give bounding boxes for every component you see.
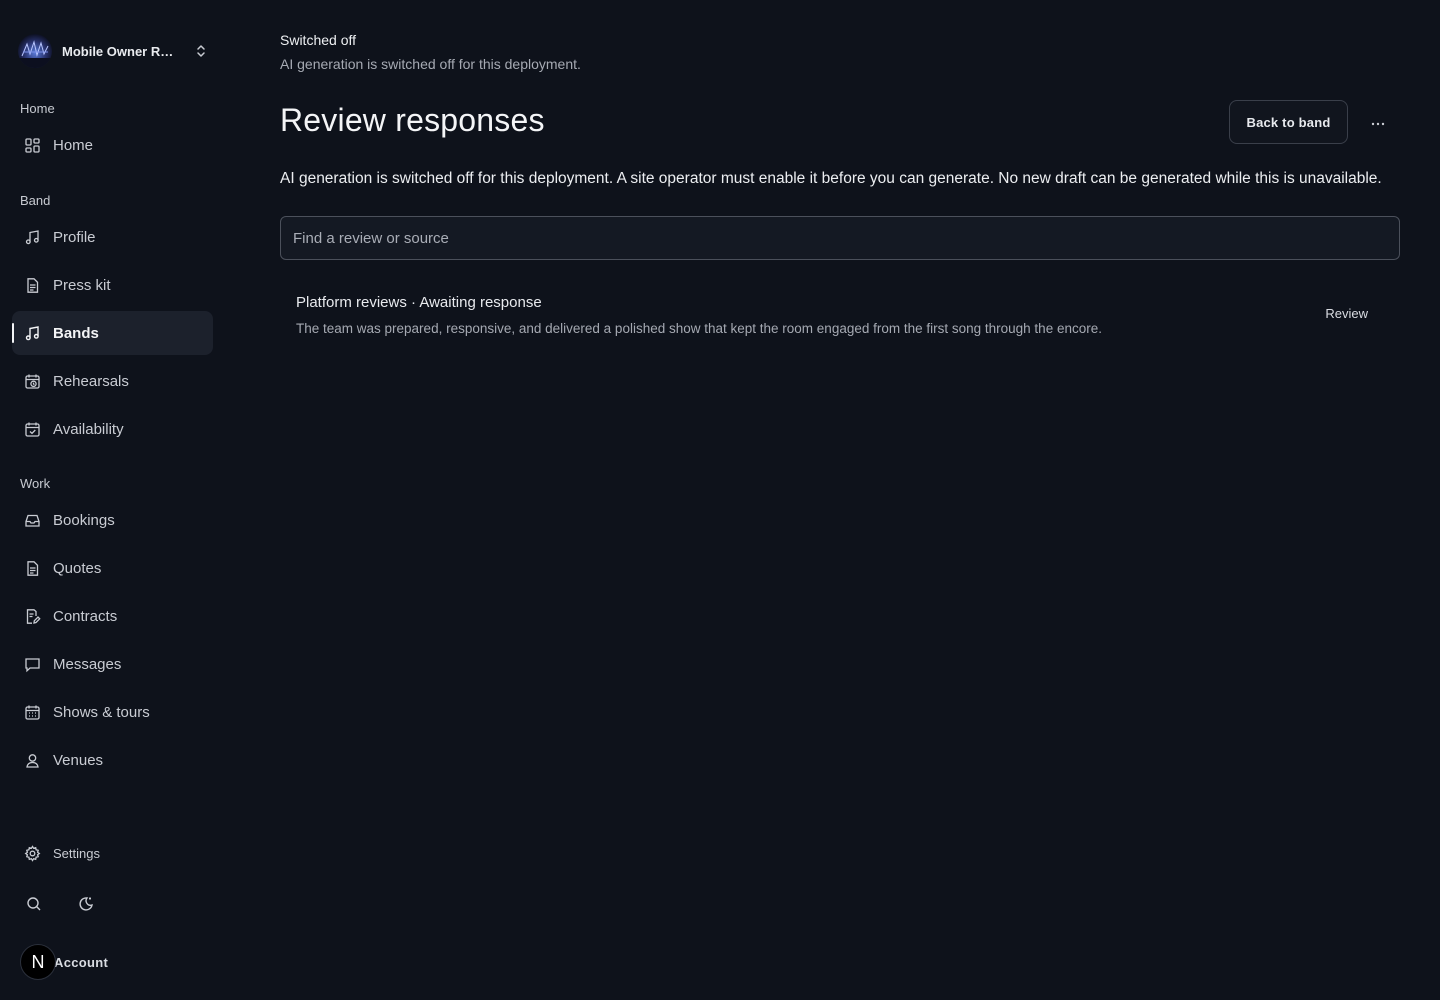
settings-label: Settings — [53, 845, 100, 861]
sidebar-item-label: Bands — [53, 324, 99, 342]
grid-icon — [24, 137, 41, 154]
page-title: Review responses — [280, 102, 545, 138]
workspace-name: Mobile Owner Re... — [62, 43, 178, 59]
status-description: AI generation is switched off for this d… — [280, 56, 581, 72]
sidebar-item-bookings[interactable]: Bookings — [12, 498, 213, 542]
workspace-switcher[interactable]: Mobile Owner Re... — [18, 34, 214, 68]
sidebar-item-profile[interactable]: Profile — [12, 215, 213, 259]
calendar-clock-icon — [24, 373, 41, 390]
sidebar-item-label: Messages — [53, 655, 122, 673]
calendar-icon — [24, 704, 41, 721]
sidebar-item-label: Bookings — [53, 511, 115, 529]
more-options-button[interactable] — [1362, 106, 1394, 138]
music-note-icon — [24, 325, 41, 342]
sidebar-item-label: Home — [53, 136, 94, 154]
sidebar-item-label: Venues — [53, 751, 104, 769]
status-title: Switched off — [280, 32, 357, 48]
section-label-home: Home — [20, 101, 55, 116]
document-icon — [24, 560, 41, 577]
list-item: Platform reviews · Awaiting response The… — [280, 284, 1400, 348]
inbox-icon — [24, 512, 41, 529]
theme-toggle-button[interactable] — [73, 893, 99, 919]
sidebar-item-venues[interactable]: Venues — [12, 738, 213, 782]
back-to-band-button[interactable]: Back to band — [1229, 100, 1348, 144]
sidebar-item-label: Rehearsals — [53, 372, 129, 390]
sidebar-item-availability[interactable]: Availability — [12, 407, 213, 451]
sidebar-item-press-kit[interactable]: Press kit — [12, 263, 213, 307]
sidebar-item-label: Shows & tours — [53, 703, 150, 721]
location-user-icon — [24, 752, 41, 769]
document-icon — [24, 277, 41, 294]
ai-disabled-notice: AI generation is switched off for this d… — [280, 170, 1382, 187]
sidebar-item-contracts[interactable]: Contracts — [12, 594, 213, 638]
account-label: Account — [54, 954, 109, 970]
sidebar-item-rehearsals[interactable]: Rehearsals — [12, 359, 213, 403]
section-label-work: Work — [20, 476, 51, 491]
message-icon — [24, 656, 41, 673]
document-edit-icon — [24, 608, 41, 625]
chevron-up-down-icon — [194, 43, 208, 59]
avatar: N — [20, 944, 56, 980]
section-label-band: Band — [20, 193, 51, 208]
review-button[interactable]: Review — [1325, 306, 1368, 321]
sidebar-item-settings[interactable]: Settings — [12, 836, 213, 870]
account-menu[interactable]: N Account — [20, 944, 108, 980]
sidebar-item-messages[interactable]: Messages — [12, 642, 213, 686]
review-heading: Platform reviews · Awaiting response — [296, 294, 542, 311]
music-note-icon — [24, 229, 41, 246]
sidebar-item-label: Availability — [53, 420, 124, 438]
search-input[interactable] — [280, 216, 1400, 260]
sidebar-item-bands[interactable]: Bands — [12, 311, 213, 355]
sidebar-item-label: Press kit — [53, 276, 111, 294]
search-button[interactable] — [21, 893, 47, 919]
sidebar-item-shows-tours[interactable]: Shows & tours — [12, 690, 213, 734]
calendar-check-icon — [24, 421, 41, 438]
workspace-logo — [18, 34, 52, 68]
sidebar-item-label: Contracts — [53, 607, 118, 625]
more-horizontal-icon — [1370, 113, 1386, 131]
review-text: The team was prepared, responsive, and d… — [296, 321, 1102, 336]
gear-icon — [24, 844, 41, 862]
search-icon — [26, 896, 42, 917]
sidebar-item-label: Quotes — [53, 559, 102, 577]
moon-icon — [78, 896, 94, 917]
sidebar-item-label: Profile — [53, 228, 96, 246]
sidebar: Mobile Owner Re... Home Home Band Profil… — [0, 0, 225, 1000]
sidebar-item-quotes[interactable]: Quotes — [12, 546, 213, 590]
sidebar-item-home[interactable]: Home — [12, 123, 213, 167]
